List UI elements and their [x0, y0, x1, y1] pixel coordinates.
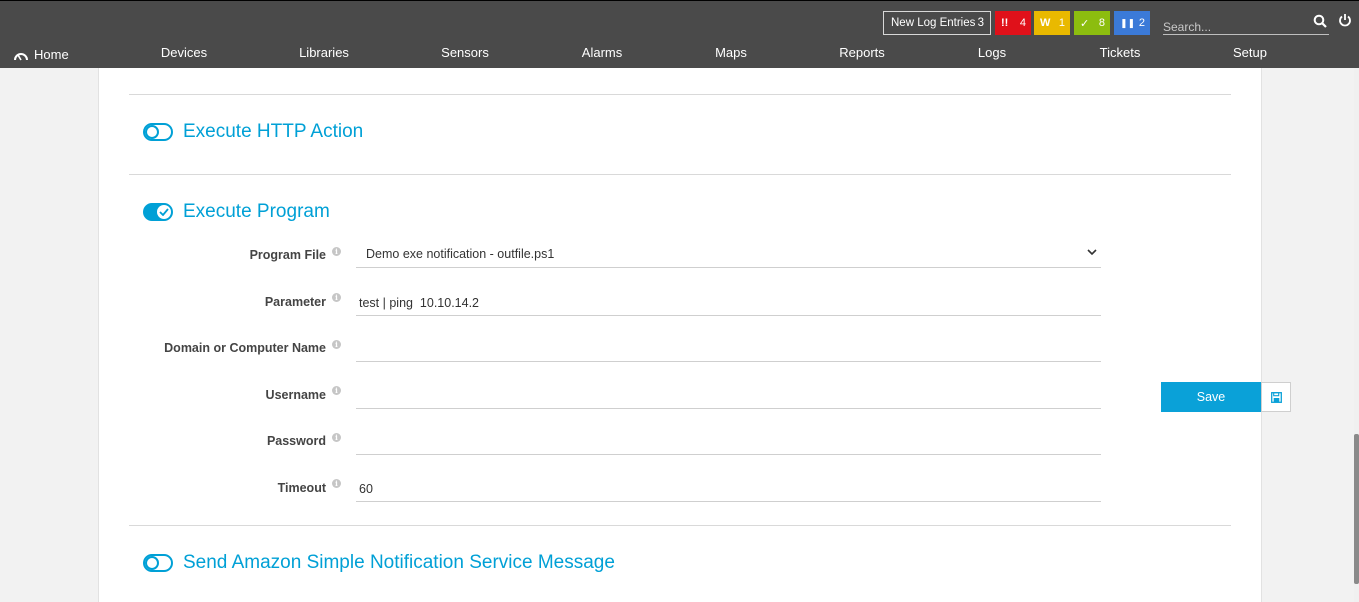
search-input[interactable]: [1163, 17, 1303, 37]
home-label: Home: [34, 47, 69, 62]
execute-program-toggle[interactable]: [143, 203, 173, 221]
floppy-disk-icon: [1270, 391, 1282, 403]
new-log-entries-label: New Log Entries: [891, 17, 976, 29]
info-icon[interactable]: i: [332, 386, 341, 395]
chevron-down-icon: [1087, 249, 1097, 256]
pause-icon: ❚❚: [1120, 17, 1136, 28]
notification-settings-panel: Execute HTTP Action Execute Program Prog…: [98, 68, 1262, 602]
nav-alarms[interactable]: Alarms: [582, 45, 622, 60]
parameter-label: Parameter: [264, 295, 326, 309]
nav-reports[interactable]: Reports: [839, 45, 885, 60]
error-count: 4: [1019, 17, 1026, 29]
username-field: [356, 383, 1101, 409]
password-input[interactable]: [356, 429, 1101, 454]
domain-label: Domain or Computer Name: [164, 341, 326, 355]
info-icon[interactable]: i: [332, 479, 341, 488]
domain-input[interactable]: [356, 336, 1101, 361]
http-action-toggle[interactable]: [143, 123, 173, 141]
nav-libraries[interactable]: Libraries: [299, 45, 349, 60]
username-label: Username: [265, 388, 326, 402]
nav-devices[interactable]: Devices: [161, 45, 207, 60]
program-file-value: Demo exe notification - outfile.ps1: [366, 247, 555, 261]
program-file-label: Program File: [249, 248, 326, 262]
gauge-icon: [14, 52, 28, 60]
info-icon[interactable]: i: [332, 340, 341, 349]
username-input[interactable]: [356, 383, 1101, 408]
nav-tickets[interactable]: Tickets: [1100, 45, 1141, 60]
warning-count: 1: [1058, 17, 1065, 29]
amazon-sns-title: Send Amazon Simple Notification Service …: [183, 552, 615, 573]
new-log-entries-button[interactable]: New Log Entries 3: [883, 11, 991, 35]
save-icon-button[interactable]: [1261, 382, 1291, 412]
amazon-sns-toggle[interactable]: [143, 554, 173, 572]
domain-field: [356, 336, 1101, 362]
nav-sensors[interactable]: Sensors: [441, 45, 489, 60]
timeout-label: Timeout: [277, 481, 326, 495]
execute-program-title: Execute Program: [183, 201, 330, 222]
divider: [129, 525, 1231, 526]
parameter-field: [356, 290, 1101, 316]
info-icon[interactable]: i: [332, 293, 341, 302]
warning-alarms-badge[interactable]: W 1: [1034, 11, 1070, 35]
error-icon: !!: [1001, 17, 1009, 29]
info-icon[interactable]: i: [332, 247, 341, 256]
new-log-entries-count: 3: [977, 17, 984, 29]
nav-setup[interactable]: Setup: [1233, 45, 1267, 60]
top-navigation-bar: Home Devices Libraries Sensors Alarms Ma…: [0, 0, 1359, 68]
execute-http-action-title: Execute HTTP Action: [183, 121, 364, 142]
execute-program-section[interactable]: Execute Program: [143, 201, 330, 223]
save-button[interactable]: Save: [1161, 382, 1261, 412]
scrollbar-thumb[interactable]: [1354, 434, 1359, 584]
ok-count: 8: [1098, 17, 1105, 29]
password-label: Password: [266, 434, 326, 448]
amazon-sns-section[interactable]: Send Amazon Simple Notification Service …: [143, 552, 615, 574]
power-icon[interactable]: [1338, 13, 1352, 27]
check-icon: [159, 208, 169, 216]
search-icon[interactable]: [1313, 14, 1327, 28]
search-box: [1163, 13, 1329, 37]
ok-sensors-badge[interactable]: ✓ 8: [1074, 11, 1110, 35]
toggle-knob: [157, 205, 171, 219]
execute-http-action-section[interactable]: Execute HTTP Action: [143, 121, 363, 143]
parameter-input[interactable]: [356, 290, 1101, 315]
divider: [129, 94, 1231, 95]
check-icon: ✓: [1080, 17, 1090, 30]
paused-count: 2: [1138, 17, 1145, 29]
timeout-field: [356, 476, 1101, 502]
home-link[interactable]: Home: [13, 47, 69, 62]
paused-sensors-badge[interactable]: ❚❚ 2: [1114, 11, 1150, 35]
nav-logs[interactable]: Logs: [978, 45, 1006, 60]
program-file-select[interactable]: Demo exe notification - outfile.ps1: [356, 240, 1101, 268]
divider: [129, 174, 1231, 175]
info-icon[interactable]: i: [332, 433, 341, 442]
warning-icon: W: [1040, 17, 1051, 29]
password-field: [356, 429, 1101, 455]
error-alarms-badge[interactable]: !! 4: [995, 11, 1031, 35]
nav-maps[interactable]: Maps: [715, 45, 747, 60]
timeout-input[interactable]: [356, 476, 1101, 501]
